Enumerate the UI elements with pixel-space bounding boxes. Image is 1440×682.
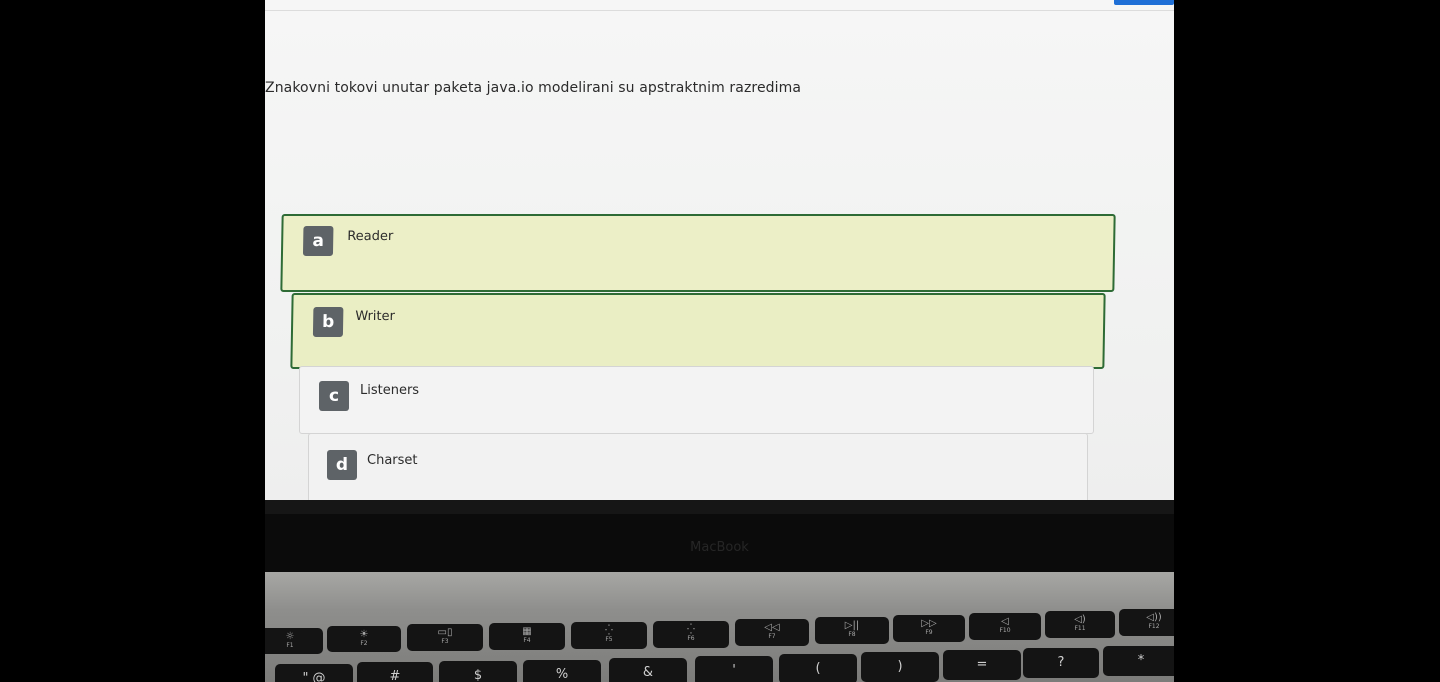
key-label: F10 bbox=[999, 627, 1011, 634]
key-5[interactable]: % bbox=[523, 660, 601, 682]
key-f9[interactable]: ▷▷ F9 bbox=[893, 615, 965, 642]
top-action-button[interactable] bbox=[1114, 0, 1174, 5]
key-plus[interactable]: * bbox=[1103, 646, 1174, 676]
key-label: F11 bbox=[1074, 625, 1086, 632]
key-f4[interactable]: ▦ F4 bbox=[489, 623, 565, 650]
key-label: F4 bbox=[523, 637, 531, 644]
key-label: F7 bbox=[768, 633, 776, 640]
key-6[interactable]: & bbox=[609, 658, 687, 682]
laptop-photo: Znakovni tokovi unutar paketa java.io mo… bbox=[265, 0, 1174, 682]
key-f1[interactable]: ☼ F1 bbox=[265, 628, 323, 654]
option-letter-badge: c bbox=[319, 381, 349, 411]
question-text: Znakovni tokovi unutar paketa java.io mo… bbox=[265, 80, 802, 96]
key-3[interactable]: # bbox=[357, 662, 433, 682]
key-label: F6 bbox=[687, 635, 695, 642]
play-pause-icon: ▷|| bbox=[844, 620, 860, 631]
launchpad-icon: ▦ bbox=[522, 626, 532, 637]
option-label: Charset bbox=[367, 453, 418, 468]
key-4[interactable]: $ bbox=[439, 661, 517, 682]
key-f11[interactable]: ◁) F11 bbox=[1045, 611, 1115, 638]
answer-option-a[interactable]: a Reader bbox=[280, 214, 1116, 292]
keyboard-light-up-icon: ⁛ bbox=[687, 624, 695, 635]
answer-option-c[interactable]: c Listeners bbox=[299, 366, 1094, 434]
key-2[interactable]: " @ bbox=[275, 664, 353, 682]
volume-down-icon: ◁) bbox=[1074, 614, 1086, 625]
key-label: F12 bbox=[1148, 623, 1160, 630]
option-letter-badge: b bbox=[312, 307, 344, 337]
mission-control-icon: ▭▯ bbox=[437, 627, 453, 638]
key-f12[interactable]: ◁)) F12 bbox=[1119, 609, 1174, 636]
answer-option-d[interactable]: d Charset bbox=[308, 433, 1088, 507]
option-letter-badge: d bbox=[327, 450, 357, 480]
key-0[interactable]: = bbox=[943, 650, 1021, 680]
mute-icon: ◁ bbox=[1001, 616, 1009, 627]
key-f3[interactable]: ▭▯ F3 bbox=[407, 624, 483, 651]
key-label: F8 bbox=[848, 631, 856, 638]
key-f6[interactable]: ⁛ F6 bbox=[653, 621, 729, 648]
brand-logo: MacBook bbox=[690, 540, 749, 555]
key-f5[interactable]: ⁛ F5 bbox=[571, 622, 647, 649]
key-9[interactable]: ) bbox=[861, 652, 939, 682]
keyboard-light-down-icon: ⁛ bbox=[605, 625, 613, 636]
fast-forward-icon: ▷▷ bbox=[921, 618, 937, 629]
key-f7[interactable]: ◁◁ F7 bbox=[735, 619, 809, 646]
volume-up-icon: ◁)) bbox=[1146, 612, 1162, 623]
key-label: F5 bbox=[605, 636, 613, 643]
key-label: F3 bbox=[441, 638, 449, 645]
answer-option-b[interactable]: b Writer bbox=[290, 293, 1106, 369]
key-7[interactable]: ' bbox=[695, 656, 773, 682]
brightness-down-icon: ☼ bbox=[285, 631, 295, 642]
key-apostrophe[interactable]: ? bbox=[1023, 648, 1099, 678]
key-f10[interactable]: ◁ F10 bbox=[969, 613, 1041, 640]
rewind-icon: ◁◁ bbox=[764, 622, 780, 633]
key-label: F1 bbox=[286, 642, 294, 649]
keyboard-deck: ☼ F1 ☀ F2 ▭▯ F3 ▦ F4 ⁛ F5 ⁛ F6 ◁◁ F7 ▷|| F8 ▷▷ F9… bbox=[265, 572, 1174, 682]
key-f2[interactable]: ☀ F2 bbox=[327, 626, 401, 652]
key-label: F9 bbox=[925, 629, 933, 636]
key-8[interactable]: ( bbox=[779, 654, 857, 682]
key-label: F2 bbox=[360, 640, 368, 647]
option-label: Listeners bbox=[360, 383, 420, 398]
header-divider bbox=[265, 10, 1174, 11]
bezel-lip bbox=[265, 500, 1174, 514]
option-letter-badge: a bbox=[302, 226, 334, 256]
option-label: Writer bbox=[355, 309, 396, 324]
brightness-up-icon: ☀ bbox=[359, 629, 369, 640]
option-label: Reader bbox=[347, 229, 394, 244]
quiz-screen: Znakovni tokovi unutar paketa java.io mo… bbox=[265, 0, 1174, 514]
key-f8[interactable]: ▷|| F8 bbox=[815, 617, 889, 644]
